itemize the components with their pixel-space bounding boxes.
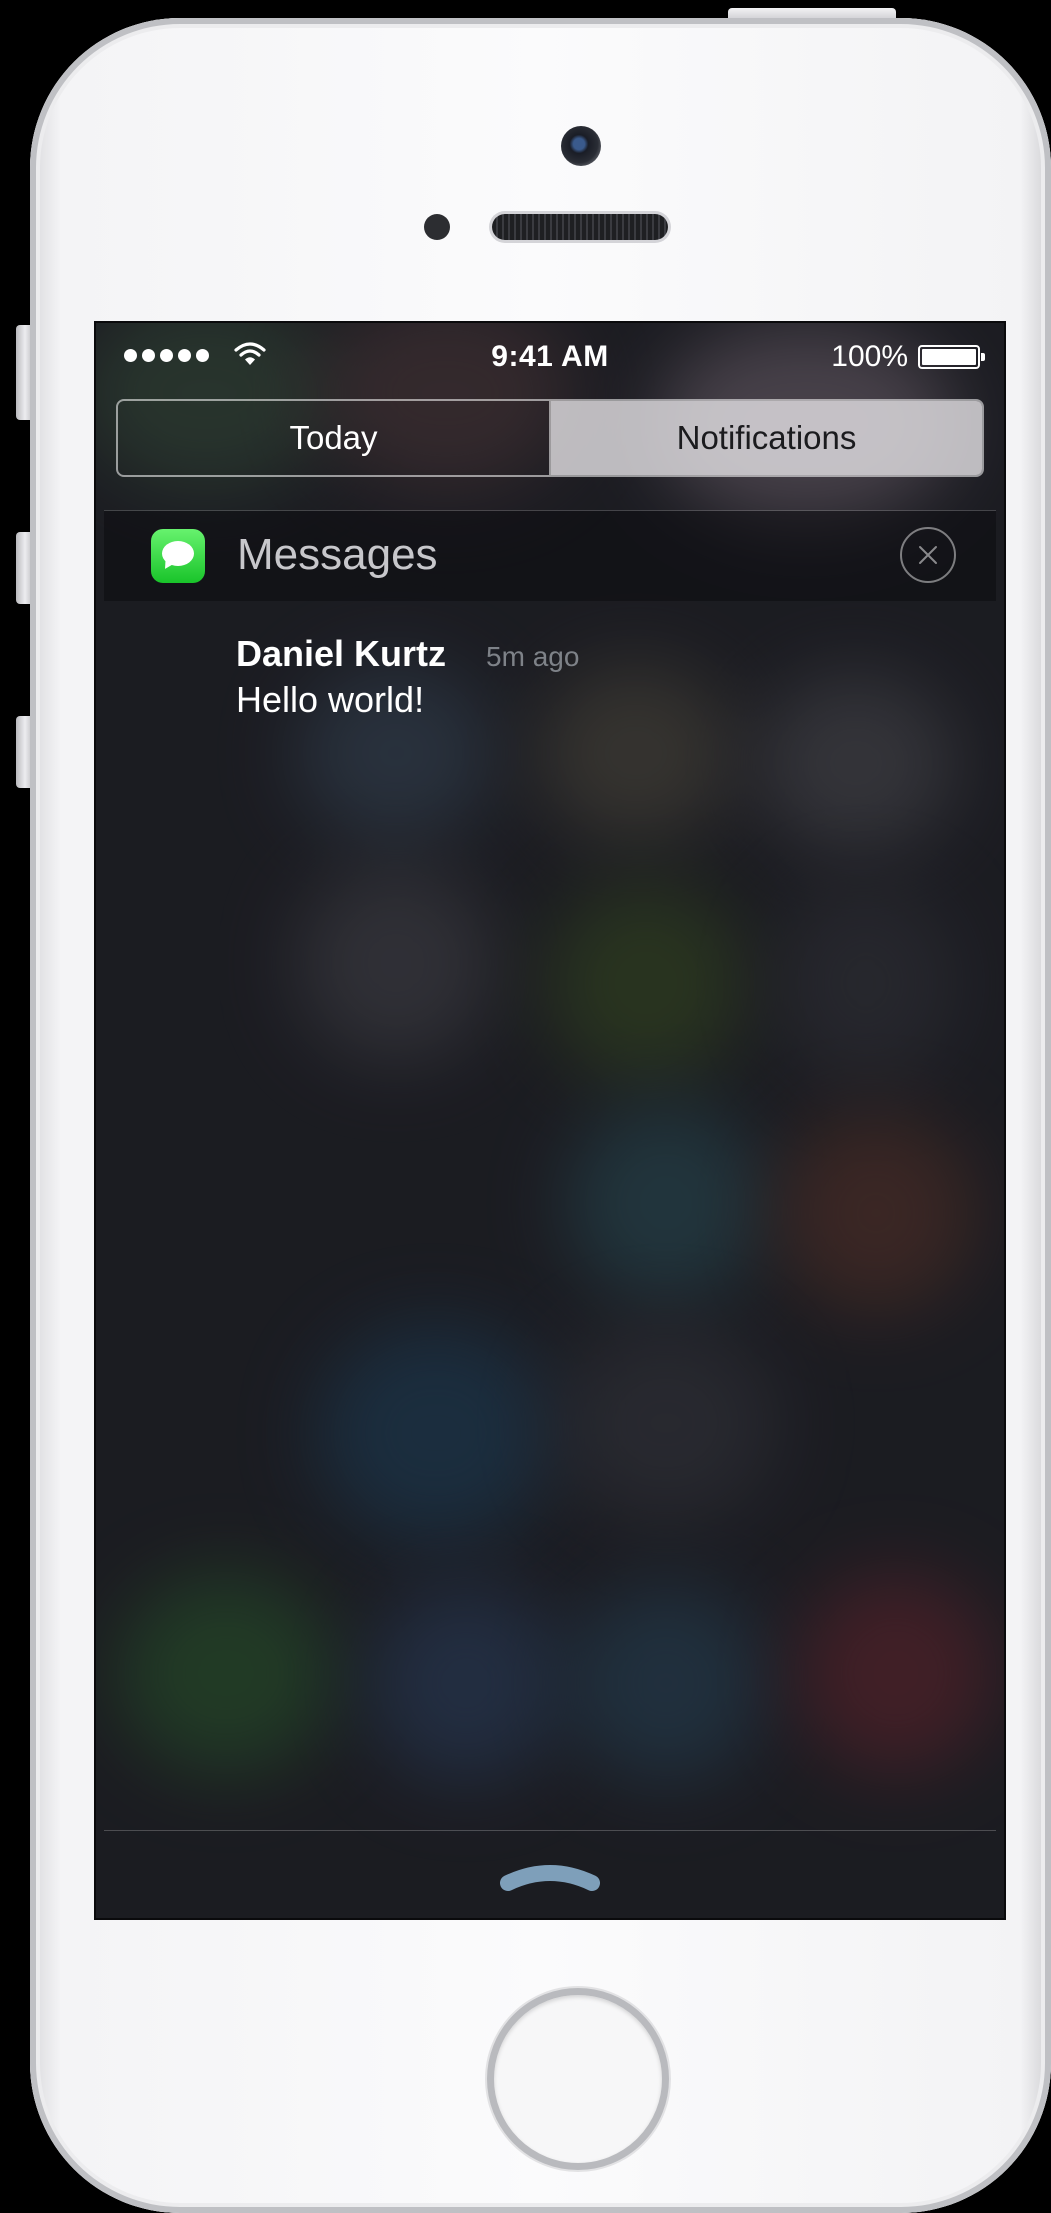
proximity-sensor bbox=[424, 214, 450, 240]
notification-sender: Daniel Kurtz bbox=[236, 633, 447, 674]
notification-time: 5m ago bbox=[486, 641, 580, 672]
section-title: Messages bbox=[237, 530, 438, 579]
notification-item[interactable]: Daniel Kurtz 5m ago Hello world! bbox=[236, 633, 579, 721]
messages-section-header[interactable]: Messages bbox=[104, 511, 996, 601]
status-bar: 9:41 AM 100% bbox=[96, 323, 1004, 391]
stage: 9:41 AM 100% Today Notifications Message… bbox=[0, 0, 1051, 2213]
earpiece-speaker bbox=[492, 214, 668, 240]
messages-app-icon bbox=[151, 529, 205, 583]
close-icon bbox=[919, 546, 937, 564]
chevron-up-handle-icon[interactable] bbox=[500, 1855, 600, 1895]
tab-notifications[interactable]: Notifications bbox=[551, 401, 982, 475]
battery-percent: 100% bbox=[831, 340, 908, 373]
clear-notifications-button[interactable] bbox=[900, 527, 956, 583]
front-camera bbox=[561, 126, 601, 166]
notification-message: Hello world! bbox=[236, 679, 425, 720]
bottom-divider bbox=[104, 1830, 996, 1831]
tab-today[interactable]: Today bbox=[118, 401, 551, 475]
battery-icon bbox=[918, 345, 985, 369]
home-button[interactable] bbox=[487, 1988, 669, 2170]
view-segmented-control: Today Notifications bbox=[116, 399, 984, 477]
screen: 9:41 AM 100% Today Notifications Message… bbox=[94, 321, 1006, 1920]
